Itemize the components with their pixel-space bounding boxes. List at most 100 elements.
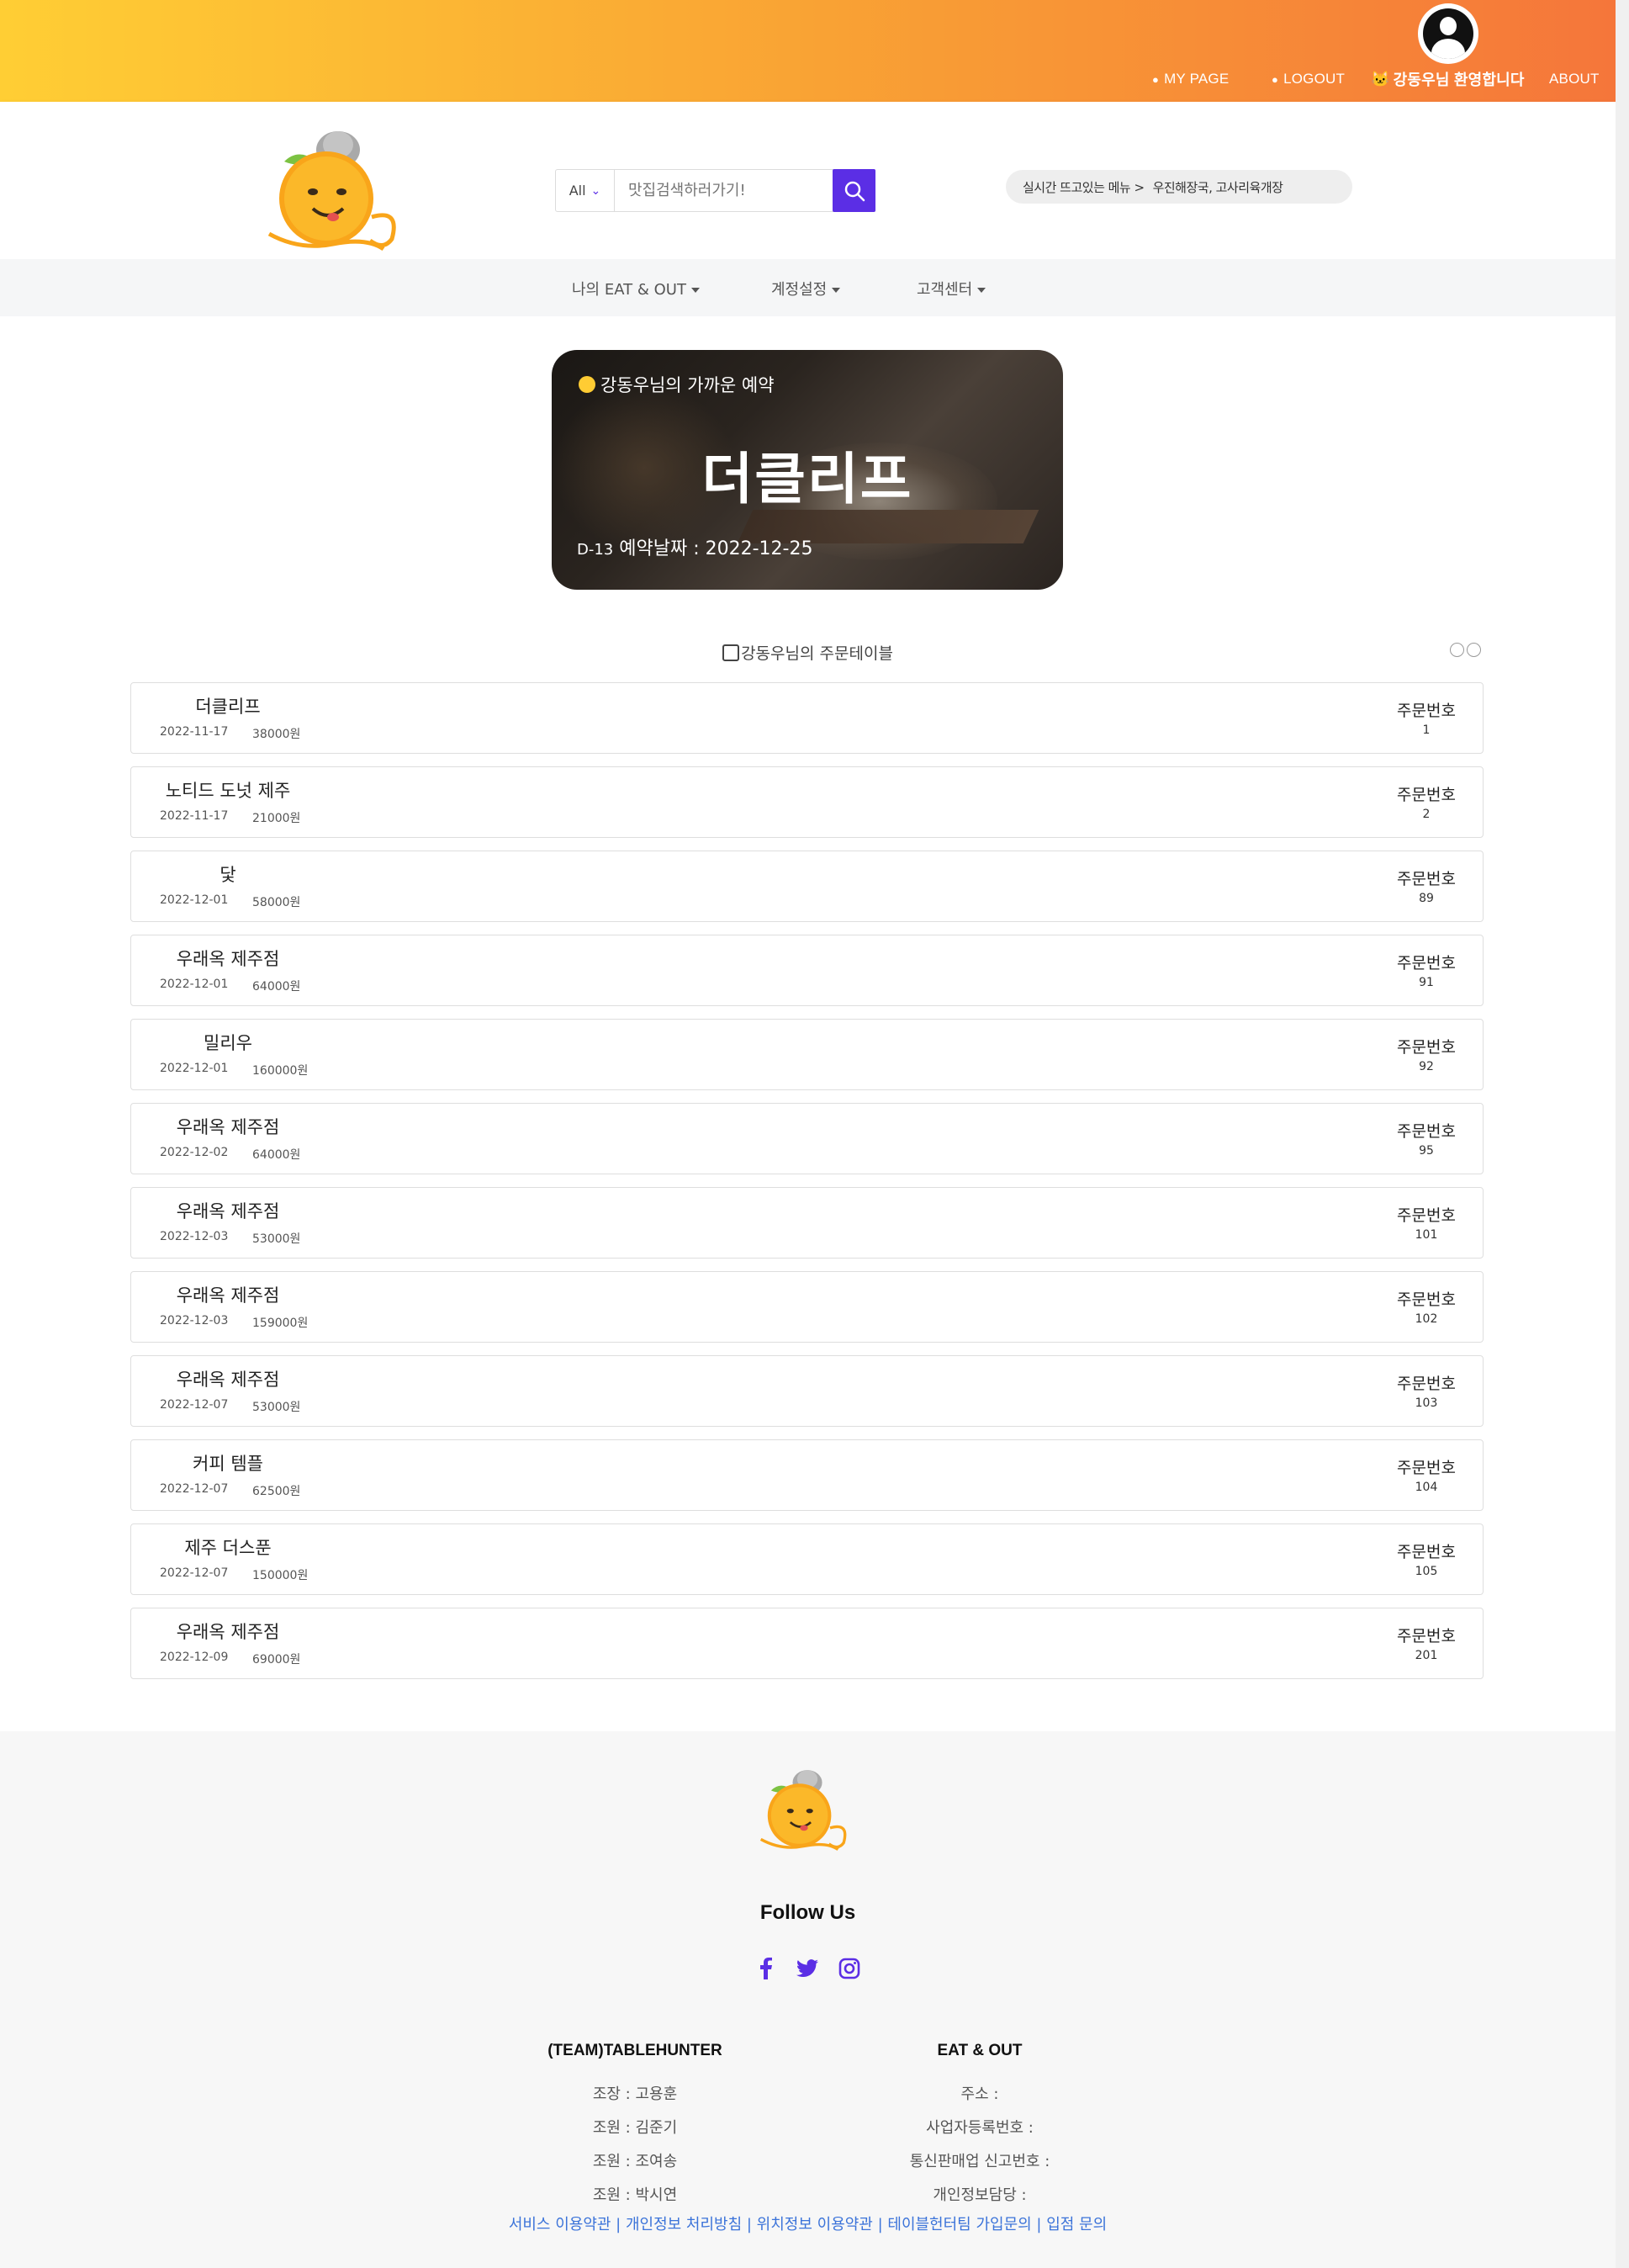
facebook-link[interactable]	[754, 1956, 779, 1981]
order-number-label: 주문번호	[1397, 1038, 1456, 1057]
caret-down-icon	[690, 288, 700, 293]
order-restaurant-name: 우래옥 제주점	[176, 1622, 280, 1642]
order-price: 53000원	[252, 1232, 301, 1246]
company-info: 주소 :	[960, 2085, 999, 2103]
pagination-dot[interactable]	[1467, 643, 1481, 657]
twitter-link[interactable]	[795, 1956, 820, 1981]
footer-links[interactable]: 서비스 이용약관 | 개인정보 처리방침 | 위치정보 이용약관 | 테이블헌터…	[0, 2212, 1616, 2234]
frame-icon	[722, 644, 740, 661]
order-date: 2022-11-17	[160, 809, 229, 823]
facebook-icon	[760, 1958, 772, 1979]
search-category-select[interactable]: All ⌄	[556, 170, 615, 211]
company-info: 사업자등록번호 :	[926, 2119, 1034, 2137]
order-date: 2022-12-09	[160, 1651, 229, 1664]
order-restaurant-name: 커피 템플	[193, 1454, 263, 1474]
order-date: 2022-12-02	[160, 1146, 229, 1159]
order-row[interactable]: 우래옥 제주점 2022-12-03 159000원 주문번호 102	[130, 1271, 1484, 1343]
order-row[interactable]: 더클리프 2022-11-17 38000원 주문번호 1	[130, 682, 1484, 754]
about-link[interactable]: ABOUT	[1549, 69, 1600, 89]
order-number: 201	[1415, 1649, 1438, 1662]
order-price: 64000원	[252, 980, 301, 994]
order-row[interactable]: 우래옥 제주점 2022-12-09 69000원 주문번호 201	[130, 1608, 1484, 1679]
order-number: 95	[1419, 1144, 1434, 1158]
search-button[interactable]	[833, 169, 875, 212]
follow-us-heading: Follow Us	[759, 1901, 856, 1924]
order-number: 103	[1415, 1396, 1438, 1410]
orders-title: 강동우님의 주문테이블	[0, 641, 1616, 664]
order-number-label: 주문번호	[1397, 702, 1456, 720]
order-date: 2022-11-17	[160, 725, 229, 739]
order-number: 101	[1415, 1228, 1438, 1242]
order-date: 2022-12-01	[160, 978, 229, 991]
order-number: 102	[1415, 1312, 1438, 1326]
eat-out-logo[interactable]	[266, 125, 405, 257]
order-row[interactable]: 밀리우 2022-12-01 160000원 주문번호 92	[130, 1019, 1484, 1090]
pagination-dot[interactable]	[1450, 643, 1464, 657]
subnav-customer-center[interactable]: 고객센터	[917, 278, 986, 299]
order-row[interactable]: 커피 템플 2022-12-07 62500원 주문번호 104	[130, 1439, 1484, 1511]
company-info: 통신판매업 신고번호 :	[909, 2153, 1050, 2170]
team-member: 조원 : 조여송	[592, 2153, 678, 2170]
trending-menu[interactable]: 실시간 뜨고있는 메뉴 > 우진해장국, 고사리육개장	[1006, 170, 1352, 204]
order-number: 2	[1422, 808, 1431, 821]
person-icon: ●	[1272, 72, 1279, 86]
order-date: 2022-12-01	[160, 893, 229, 907]
order-restaurant-name: 우래옥 제주점	[176, 1285, 280, 1306]
cat-emoji-icon: 🐱	[1371, 70, 1390, 87]
order-row[interactable]: 닻 2022-12-01 58000원 주문번호 89	[130, 850, 1484, 922]
order-row[interactable]: 노티드 도넛 제주 2022-11-17 21000원 주문번호 2	[130, 766, 1484, 838]
user-silhouette-icon	[1423, 8, 1473, 59]
instagram-icon	[838, 1958, 860, 1979]
mypage-link[interactable]: ● MY PAGE	[1152, 69, 1229, 89]
welcome-message: 🐱 강동우님 환영합니다	[1371, 70, 1525, 89]
order-number: 105	[1415, 1565, 1438, 1578]
order-number-label: 주문번호	[1397, 1459, 1456, 1477]
order-number-label: 주문번호	[1397, 1290, 1456, 1309]
order-number-label: 주문번호	[1397, 1543, 1456, 1561]
order-restaurant-name: 노티드 도넛 제주	[165, 781, 291, 801]
search-bar: All ⌄	[555, 169, 875, 212]
order-row[interactable]: 우래옥 제주점 2022-12-03 53000원 주문번호 101	[130, 1187, 1484, 1259]
logout-link[interactable]: ● LOGOUT	[1272, 69, 1345, 89]
order-row[interactable]: 제주 더스푼 2022-12-07 150000원 주문번호 105	[130, 1523, 1484, 1595]
reservation-date: D-13 예약날짜 : 2022-12-25	[577, 538, 813, 559]
scrollbar[interactable]	[1616, 0, 1629, 2268]
order-row[interactable]: 우래옥 제주점 2022-12-02 64000원 주문번호 95	[130, 1103, 1484, 1174]
order-restaurant-name: 더클리프	[195, 697, 261, 717]
order-number: 91	[1419, 976, 1434, 989]
order-number-label: 주문번호	[1397, 954, 1456, 972]
person-icon: ●	[1152, 72, 1160, 86]
order-price: 69000원	[252, 1653, 301, 1667]
order-date: 2022-12-03	[160, 1230, 229, 1243]
subnav-my-eat-out[interactable]: 나의 EAT & OUT	[572, 278, 700, 299]
user-avatar[interactable]	[1418, 3, 1478, 64]
order-price: 38000원	[252, 728, 301, 741]
order-restaurant-name: 우래옥 제주점	[176, 1117, 280, 1137]
team-member: 조원 : 박시연	[592, 2186, 678, 2204]
order-restaurant-name: 우래옥 제주점	[176, 1201, 280, 1221]
order-row[interactable]: 우래옥 제주점 2022-12-01 64000원 주문번호 91	[130, 935, 1484, 1006]
smile-emoji-icon	[579, 376, 595, 393]
order-number-label: 주문번호	[1397, 870, 1456, 888]
order-price: 58000원	[252, 896, 301, 909]
subnav-account-settings[interactable]: 계정설정	[771, 278, 841, 299]
pagination-dots[interactable]	[1450, 643, 1481, 657]
order-restaurant-name: 제주 더스푼	[184, 1538, 272, 1558]
reservation-restaurant: 더클리프	[701, 447, 913, 511]
caret-down-icon	[977, 288, 986, 293]
caret-down-icon	[832, 288, 841, 293]
order-date: 2022-12-03	[160, 1314, 229, 1327]
order-number-label: 주문번호	[1397, 786, 1456, 804]
order-price: 150000원	[252, 1569, 309, 1582]
order-price: 159000원	[252, 1317, 309, 1330]
order-restaurant-name: 우래옥 제주점	[176, 1370, 280, 1390]
upcoming-reservation-card[interactable]: 강동우님의 가까운 예약 더클리프 D-13 예약날짜 : 2022-12-25	[552, 350, 1063, 590]
order-price: 53000원	[252, 1401, 301, 1414]
order-date: 2022-12-07	[160, 1566, 229, 1580]
order-date: 2022-12-01	[160, 1062, 229, 1075]
company-title: EAT & OUT	[937, 2042, 1023, 2059]
order-date: 2022-12-07	[160, 1398, 229, 1412]
order-row[interactable]: 우래옥 제주점 2022-12-07 53000원 주문번호 103	[130, 1355, 1484, 1427]
order-restaurant-name: 우래옥 제주점	[176, 949, 280, 969]
instagram-link[interactable]	[837, 1956, 862, 1981]
